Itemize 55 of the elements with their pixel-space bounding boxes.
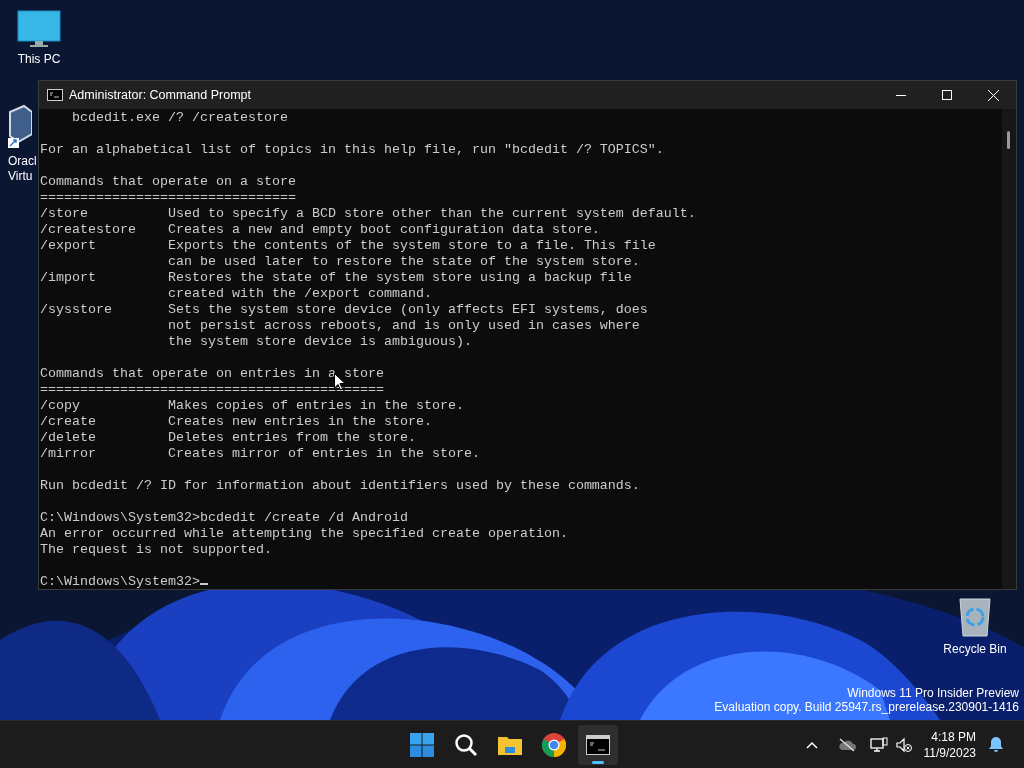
windows-logo-icon — [410, 732, 434, 757]
taskbar-app-button[interactable] — [578, 724, 618, 765]
console-line: /sysstore Sets the system store device (only affects EFI systems, does — [40, 302, 648, 317]
cloud-off-icon[interactable] — [837, 737, 856, 752]
console-line: The request is not supported. — [40, 542, 272, 557]
console-line: created with the /export command. — [166, 286, 432, 301]
cube-icon — [6, 104, 32, 150]
console-line: bcdedit.exe /? /createstore — [71, 110, 288, 125]
console-line: C:\Windows\System32> — [40, 574, 200, 589]
recycle-bin-icon — [957, 596, 993, 638]
console-line: /createstore Creates a new and empty boot configuration data store. — [40, 222, 600, 237]
icon-label: This PC — [17, 52, 61, 67]
desktop-icon[interactable]: Oracl Virtu — [6, 104, 38, 184]
clock-date[interactable]: 11/9/2023 — [923, 744, 976, 761]
console-line: /store Used to specify a BCD store other than the current system default. — [40, 206, 696, 221]
console-line: /copy Makes copies of entries in the store. — [40, 398, 464, 413]
console-line: /create Creates new entries in the store. — [40, 414, 432, 429]
console-line: not persist across reboots, and is only used in cases where — [166, 318, 640, 333]
desktop-icon[interactable]: This PC — [8, 10, 70, 67]
bell-icon[interactable] — [988, 736, 1004, 753]
monitor-icon — [17, 10, 61, 48]
terminal-icon — [586, 734, 610, 755]
icon-label: Recycle Bin — [943, 642, 1007, 657]
window-title: Administrator: Command Prompt — [69, 86, 251, 104]
volume-muted-icon[interactable] — [895, 736, 912, 753]
network-icon[interactable] — [869, 736, 888, 753]
chevron-up-icon[interactable] — [805, 740, 818, 749]
console-line: /mirror Creates mirror of entries in the store. — [40, 446, 480, 461]
console-line: ================================ — [40, 190, 296, 205]
console-line: C:\Windows\System32>bcdedit /create /d Android — [40, 510, 408, 525]
console-line: /export Exports the contents of the system store to a file. This file — [40, 238, 656, 253]
console-line: /import Restores the state of the system store using a backup file — [40, 270, 632, 285]
icon-label: Oracl Virtu — [8, 154, 37, 184]
text-cursor — [199, 583, 208, 585]
console-line: Run bcdedit /? ID for information about identifiers used by these commands. — [40, 478, 640, 493]
console-line: the system store device is ambiguous). — [166, 334, 472, 349]
build-info-text: Windows 11 Pro Insider Preview — [846, 686, 1019, 700]
close-icon — [987, 89, 999, 101]
maximize-icon — [942, 90, 952, 100]
terminal-icon — [47, 89, 63, 101]
browser-icon — [542, 732, 566, 757]
scrollbar[interactable] — [1002, 109, 1016, 589]
desktop-icon[interactable]: Recycle Bin — [940, 596, 1010, 657]
scrollbar-thumb[interactable] — [1007, 131, 1010, 149]
minimize-icon — [896, 94, 906, 96]
search-icon — [454, 732, 478, 757]
console-line: An error occurred while attempting the specified create operation. — [40, 526, 568, 541]
console-line: =========================================== — [40, 382, 384, 397]
console-line: /delete Deletes entries from the store. — [40, 430, 416, 445]
console-line: can be used later to restore the state of the system store. — [166, 254, 640, 269]
console-line: For an alphabetical list of topics in this help file, run "bcdedit /? TOPICS". — [40, 142, 664, 157]
folder-icon — [498, 734, 522, 755]
clock-time[interactable]: 4:18 PM — [931, 728, 976, 745]
console-line: Commands that operate on a store — [40, 174, 296, 189]
build-info-text: Evaluation copy. Build 25947.rs_prerelease.230901-1416 — [714, 700, 1019, 714]
